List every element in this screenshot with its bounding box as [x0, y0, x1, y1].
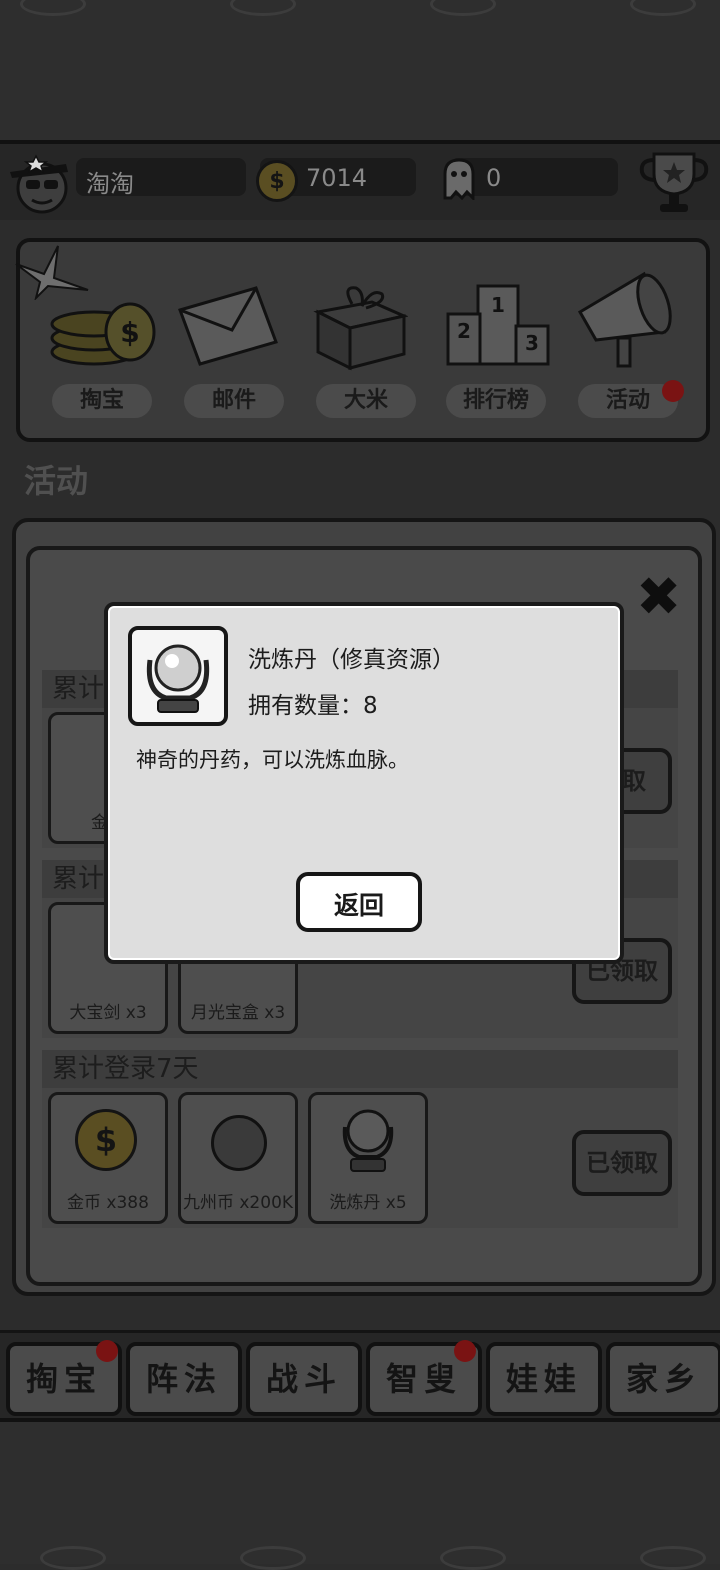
svg-text:1: 1 — [491, 293, 505, 317]
coin-icon: $ — [75, 1109, 137, 1171]
reward-item[interactable]: $ 金币 x388 — [48, 1092, 168, 1224]
coin-icon: $ — [256, 160, 298, 202]
svg-text:2: 2 — [457, 319, 471, 343]
tab-battle[interactable]: 战斗 — [246, 1342, 362, 1416]
tab-hometown[interactable]: 家乡 — [606, 1342, 720, 1416]
player-avatar[interactable] — [6, 150, 72, 216]
envelope-icon[interactable] — [176, 284, 280, 372]
menu-label-taobao[interactable]: 掏宝 — [52, 384, 152, 418]
ghost-icon — [442, 158, 476, 204]
tab-badge — [96, 1340, 118, 1362]
svg-text:3: 3 — [525, 331, 539, 355]
svg-text:$: $ — [120, 316, 139, 349]
row-title: 累计登录7天 — [42, 1050, 678, 1088]
player-name: 淘淘 — [86, 170, 134, 198]
trophy-icon — [639, 152, 709, 212]
tab-dolls[interactable]: 娃娃 — [486, 1342, 602, 1416]
close-icon[interactable]: ✖ — [636, 570, 681, 624]
menu-label-ranking[interactable]: 排行榜 — [446, 384, 546, 418]
item-count: 拥有数量：8 — [248, 693, 378, 719]
top-decor-band — [0, 0, 720, 144]
back-button[interactable]: 返回 — [296, 872, 422, 932]
claimed-button[interactable]: 已领取 — [572, 1130, 672, 1196]
megaphone-icon[interactable] — [566, 268, 682, 376]
jiuzhou-coin-icon — [211, 1115, 267, 1171]
item-icon-frame — [128, 626, 228, 726]
bottom-decor-band — [0, 1418, 720, 1570]
reward-label: 九州币 x200K — [182, 1193, 294, 1213]
gift-box-icon[interactable] — [312, 282, 409, 376]
menu-label-rice[interactable]: 大米 — [316, 384, 416, 418]
coin-stack-icon[interactable]: $ — [44, 282, 160, 372]
tab-formation[interactable]: 阵法 — [126, 1342, 242, 1416]
menu-label-mail[interactable]: 邮件 — [184, 384, 284, 418]
reward-item[interactable]: 洗炼丹 x5 — [308, 1092, 428, 1224]
reward-label: 洗炼丹 x5 — [329, 1193, 407, 1213]
avatar-icon — [10, 154, 68, 214]
item-description: 神奇的丹药，可以洗炼血脉。 — [136, 748, 409, 772]
section-title: 活动 — [24, 462, 89, 500]
reward-label: 月光宝盒 x3 — [190, 1003, 286, 1023]
reward-label: 大宝剑 x3 — [69, 1003, 147, 1023]
item-name: 洗炼丹（修真资源） — [248, 647, 455, 673]
trophy-button[interactable] — [636, 148, 712, 222]
activity-badge — [662, 380, 684, 402]
podium-icon[interactable]: 1 2 3 — [444, 280, 552, 372]
reward-label: 金币 x388 — [67, 1193, 149, 1213]
ghost-count: 0 — [486, 164, 502, 192]
reward-item[interactable]: 九州币 x200K — [178, 1092, 298, 1224]
crystal-ball-icon — [342, 1109, 394, 1172]
tab-badge — [454, 1340, 476, 1362]
crystal-ball-icon — [146, 644, 210, 713]
coin-count: 7014 — [306, 164, 368, 192]
